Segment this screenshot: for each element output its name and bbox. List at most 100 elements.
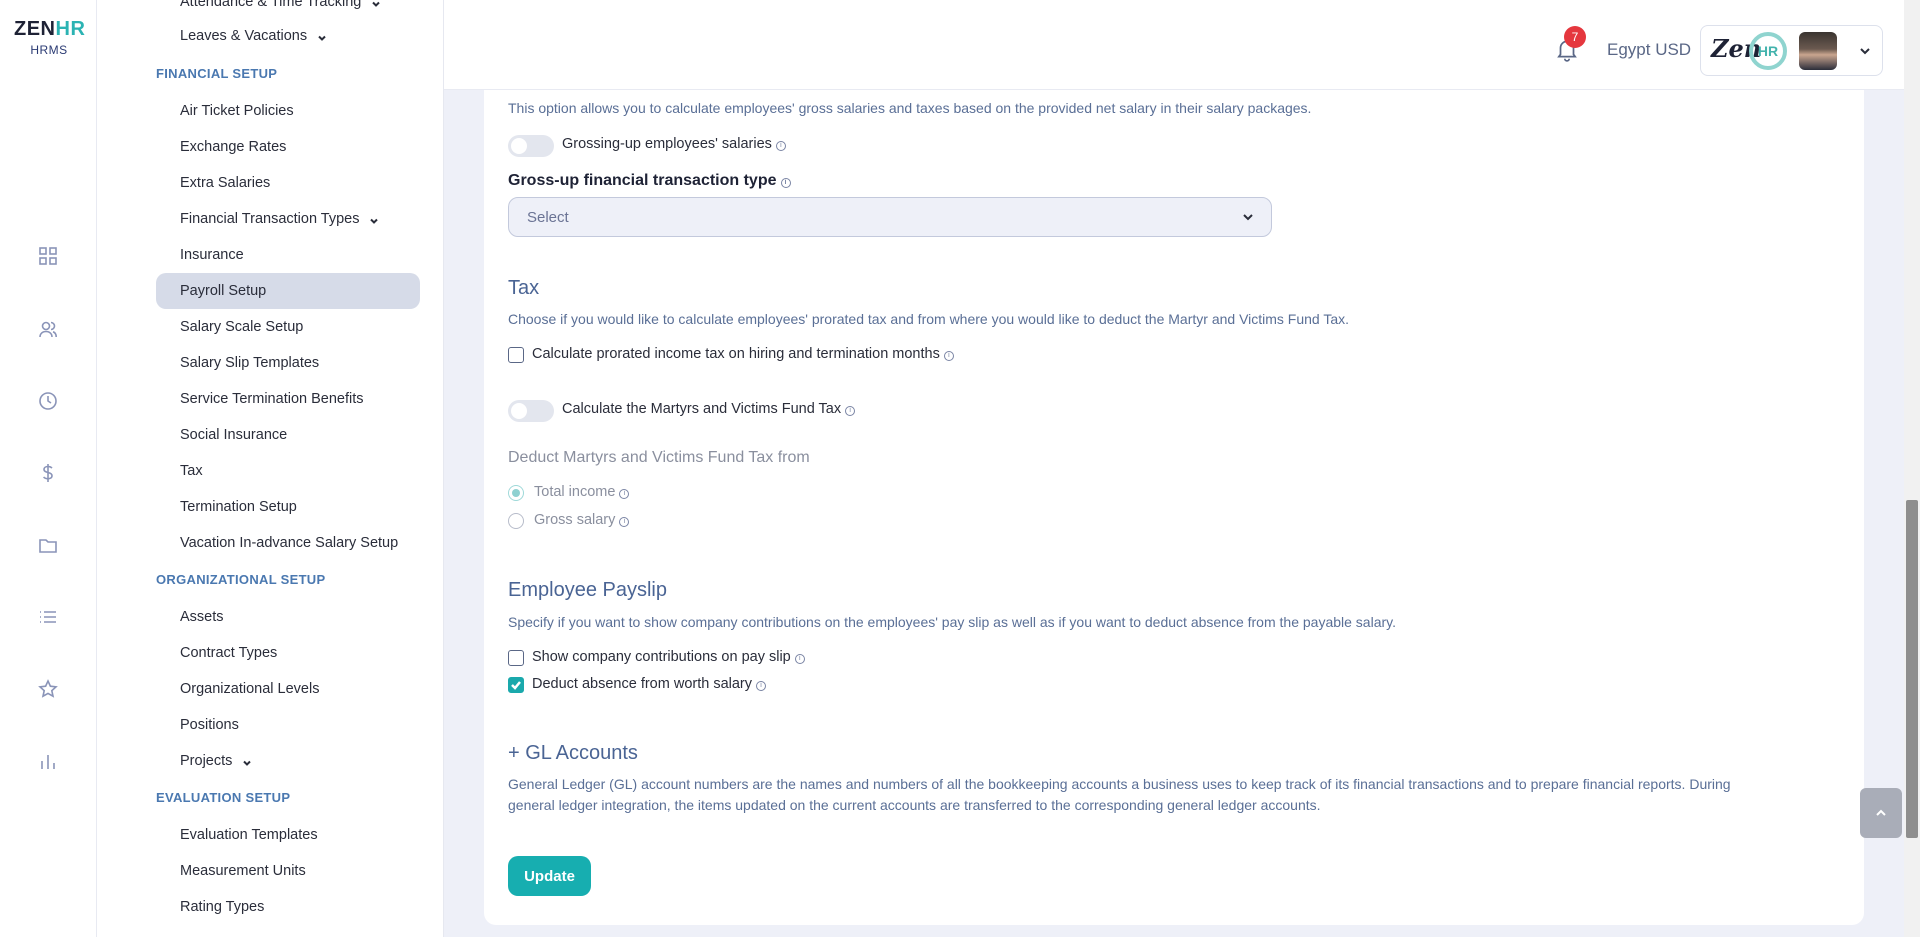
page-scrollbar[interactable] <box>1904 0 1920 937</box>
update-button[interactable]: Update <box>508 856 591 896</box>
sidebar-item-extra-salaries[interactable]: Extra Salaries <box>156 165 420 201</box>
section-organizational-setup: ORGANIZATIONAL SETUP <box>156 572 326 587</box>
sidebar-item-measurement-units[interactable]: Measurement Units <box>156 853 420 889</box>
show-contributions-label: Show company contributions on pay slip i <box>532 649 805 665</box>
brand-logo[interactable]: ZENHR HRMS <box>14 18 86 57</box>
gl-accounts-title[interactable]: + GL Accounts <box>508 742 638 765</box>
tax-description: Choose if you would like to calculate em… <box>508 311 1350 327</box>
list-icon[interactable] <box>36 605 60 629</box>
info-icon[interactable]: i <box>845 406 856 416</box>
show-contributions-label-text: Show company contributions on pay slip <box>532 649 791 665</box>
gl-description-line1: General Ledger (GL) account numbers are … <box>508 776 1731 792</box>
martyrs-fund-label: Calculate the Martyrs and Victims Fund T… <box>562 401 856 417</box>
sidebar-item-air-ticket-policies[interactable]: Air Ticket Policies <box>156 93 420 129</box>
deduct-from-title: Deduct Martyrs and Victims Fund Tax from <box>508 449 810 466</box>
info-icon[interactable]: i <box>943 351 954 361</box>
grossing-up-label: Grossing-up employees' salaries i <box>562 136 786 152</box>
settings-sidebar: Attendance & Time Tracking Leaves & Vaca… <box>97 0 444 937</box>
check-icon <box>511 681 521 690</box>
payroll-setup-card: This option allows you to calculate empl… <box>484 90 1864 925</box>
gross-up-type-select[interactable]: Select <box>508 197 1272 237</box>
show-contributions-checkbox[interactable] <box>508 650 524 666</box>
sidebar-item-insurance[interactable]: Insurance <box>156 237 420 273</box>
payslip-description: Specify if you want to show company cont… <box>508 614 1397 630</box>
sidebar-item-label: Vacation In-advance Salary Setup <box>180 535 399 551</box>
sidebar-item-leaves[interactable]: Leaves & Vacations <box>156 18 420 54</box>
sidebar-item-label: Positions <box>180 717 239 733</box>
sidebar-item-rating-types[interactable]: Rating Types <box>156 889 420 925</box>
sidebar-item-label: Payroll Setup <box>180 283 267 299</box>
sidebar-item-projects[interactable]: Projects <box>156 743 420 779</box>
scroll-to-top-button[interactable] <box>1860 788 1902 838</box>
payslip-section-title: Employee Payslip <box>508 579 667 601</box>
prorated-tax-checkbox[interactable] <box>508 347 524 363</box>
gross-salary-label: Gross salary i <box>534 512 630 528</box>
avatar <box>1799 32 1837 70</box>
deduct-absence-label-text: Deduct absence from worth salary <box>532 676 753 692</box>
section-evaluation-setup: EVALUATION SETUP <box>156 790 291 805</box>
sidebar-item-organizational-levels[interactable]: Organizational Levels <box>156 671 420 707</box>
sidebar-item-assets[interactable]: Assets <box>156 599 420 635</box>
sidebar-item-label: Organizational Levels <box>180 681 320 697</box>
sidebar-item-attendance[interactable]: Attendance & Time Tracking <box>156 0 420 20</box>
dashboard-icon[interactable] <box>36 244 60 268</box>
sidebar-item-label: Attendance & Time Tracking <box>180 0 362 10</box>
total-income-label-text: Total income <box>534 484 616 500</box>
scrollbar-thumb[interactable] <box>1906 500 1918 838</box>
chevron-down-icon <box>371 0 381 7</box>
deduct-absence-checkbox[interactable] <box>508 677 524 693</box>
sidebar-item-label: Salary Slip Templates <box>180 355 320 371</box>
gross-up-type-label: Gross-up financial transaction type i <box>508 172 791 190</box>
chevron-down-icon <box>242 756 252 766</box>
sidebar-item-label: Tax <box>180 463 203 479</box>
sidebar-item-positions[interactable]: Positions <box>156 707 420 743</box>
sidebar-item-vacation-in-advance[interactable]: Vacation In-advance Salary Setup <box>156 525 420 561</box>
sidebar-item-label: Service Termination Benefits <box>180 391 364 407</box>
chart-icon[interactable] <box>36 749 60 773</box>
info-icon[interactable]: i <box>756 681 767 691</box>
info-icon[interactable]: i <box>775 141 786 151</box>
icon-rail: ZENHR HRMS <box>0 0 97 937</box>
clock-icon[interactable] <box>36 389 60 413</box>
users-icon[interactable] <box>36 317 60 341</box>
info-icon[interactable]: i <box>619 489 630 499</box>
sidebar-item-service-termination-benefits[interactable]: Service Termination Benefits <box>156 381 420 417</box>
sidebar-item-social-insurance[interactable]: Social Insurance <box>156 417 420 453</box>
sidebar-item-contract-types[interactable]: Contract Types <box>156 635 420 671</box>
folder-icon[interactable] <box>36 533 60 557</box>
sidebar-item-termination-setup[interactable]: Termination Setup <box>156 489 420 525</box>
martyrs-fund-toggle[interactable] <box>508 400 554 422</box>
sidebar-item-exchange-rates[interactable]: Exchange Rates <box>156 129 420 165</box>
sidebar-item-label: Projects <box>180 753 233 769</box>
deduct-absence-label: Deduct absence from worth salary i <box>532 676 767 692</box>
sidebar-item-salary-scale-setup[interactable]: Salary Scale Setup <box>156 309 420 345</box>
sidebar-item-label: Financial Transaction Types <box>180 211 360 227</box>
prorated-tax-label: Calculate prorated income tax on hiring … <box>532 346 954 362</box>
brand-hr: HR <box>55 18 86 40</box>
sidebar-item-label: Rating Types <box>180 899 265 915</box>
radio-gross-salary[interactable] <box>508 513 524 529</box>
notification-count-badge: 7 <box>1564 26 1586 48</box>
sidebar-item-label: Social Insurance <box>180 427 288 443</box>
currency-selector[interactable]: Egypt USD <box>1607 40 1691 60</box>
info-icon[interactable]: i <box>794 654 805 664</box>
chevron-down-icon <box>369 214 379 224</box>
chevron-down-icon[interactable] <box>1858 44 1872 58</box>
star-icon[interactable] <box>36 677 60 701</box>
chevron-up-icon <box>1876 809 1886 816</box>
sidebar-item-evaluation-templates[interactable]: Evaluation Templates <box>156 817 420 853</box>
info-icon[interactable]: i <box>780 178 791 188</box>
dollar-icon[interactable] <box>36 461 60 485</box>
sidebar-item-label: Evaluation Templates <box>180 827 318 843</box>
info-icon[interactable]: i <box>619 517 630 527</box>
sidebar-item-payroll-setup[interactable]: Payroll Setup <box>156 273 420 309</box>
sidebar-item-label: Salary Scale Setup <box>180 319 304 335</box>
sidebar-item-salary-slip-templates[interactable]: Salary Slip Templates <box>156 345 420 381</box>
sidebar-item-financial-transaction-types[interactable]: Financial Transaction Types <box>156 201 420 237</box>
radio-total-income[interactable] <box>508 485 524 501</box>
gl-description-line2: general ledger integration, the items up… <box>508 797 1321 813</box>
sidebar-item-tax[interactable]: Tax <box>156 453 420 489</box>
grossing-up-toggle[interactable] <box>508 135 554 157</box>
profile-menu[interactable]: Zen HR <box>1700 25 1883 76</box>
brand-zen: ZEN <box>14 18 56 40</box>
